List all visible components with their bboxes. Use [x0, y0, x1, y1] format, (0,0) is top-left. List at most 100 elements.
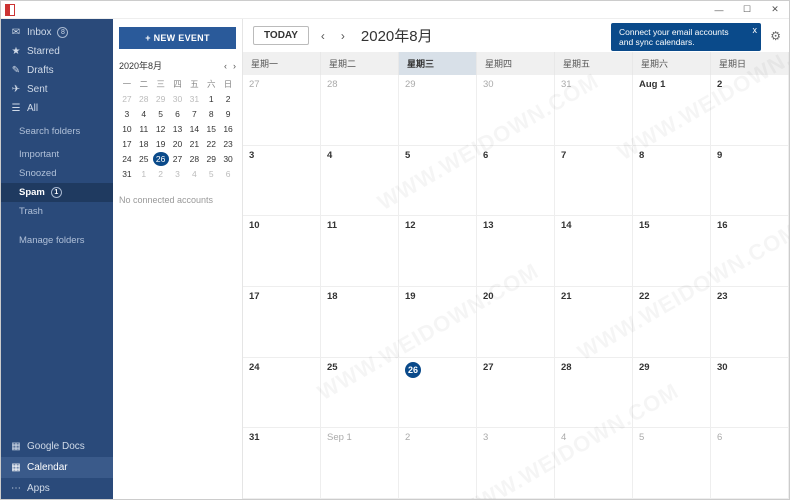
- calendar-cell[interactable]: 29: [399, 75, 477, 146]
- search-folders[interactable]: Search folders: [1, 122, 113, 141]
- calendar-cell[interactable]: 5: [399, 146, 477, 217]
- mini-day[interactable]: 15: [203, 122, 219, 136]
- mini-day[interactable]: 7: [186, 107, 202, 121]
- new-event-button[interactable]: + NEW EVENT: [119, 27, 236, 49]
- folder-spam[interactable]: Spam 1: [1, 183, 113, 202]
- mini-day[interactable]: 19: [153, 137, 169, 151]
- calendar-cell[interactable]: 3: [243, 146, 321, 217]
- sidebar-item-inbox[interactable]: ✉Inbox8: [1, 23, 113, 42]
- nav-google-docs[interactable]: ▦Google Docs: [1, 436, 113, 457]
- calendar-cell[interactable]: 26: [399, 358, 477, 429]
- mini-day[interactable]: 23: [220, 137, 236, 151]
- today-button[interactable]: TODAY: [253, 26, 309, 45]
- mini-day[interactable]: 11: [136, 122, 152, 136]
- mini-day[interactable]: 3: [119, 107, 135, 121]
- mini-day[interactable]: 29: [153, 92, 169, 106]
- calendar-cell[interactable]: 15: [633, 216, 711, 287]
- calendar-cell[interactable]: 31: [555, 75, 633, 146]
- mini-day[interactable]: 17: [119, 137, 135, 151]
- calendar-cell[interactable]: 28: [555, 358, 633, 429]
- mini-day[interactable]: 8: [203, 107, 219, 121]
- mini-day[interactable]: 6: [220, 167, 236, 181]
- calendar-cell[interactable]: 30: [711, 358, 789, 429]
- calendar-cell[interactable]: 22: [633, 287, 711, 358]
- calendar-cell[interactable]: Sep 1: [321, 428, 399, 499]
- mini-day[interactable]: 5: [153, 107, 169, 121]
- mini-day[interactable]: 28: [186, 152, 202, 166]
- mini-day[interactable]: 3: [170, 167, 186, 181]
- mini-day[interactable]: 2: [220, 92, 236, 106]
- sync-banner-close[interactable]: x: [753, 25, 758, 36]
- mini-day[interactable]: 28: [136, 92, 152, 106]
- folder-trash[interactable]: Trash: [1, 202, 113, 221]
- calendar-cell[interactable]: 12: [399, 216, 477, 287]
- calendar-cell[interactable]: 16: [711, 216, 789, 287]
- mini-day[interactable]: 13: [170, 122, 186, 136]
- sidebar-item-sent[interactable]: ✈Sent: [1, 80, 113, 99]
- calendar-cell[interactable]: 27: [477, 358, 555, 429]
- calendar-cell[interactable]: 5: [633, 428, 711, 499]
- sync-banner[interactable]: Connect your email accounts and sync cal…: [611, 23, 761, 51]
- mini-day[interactable]: 25: [136, 152, 152, 166]
- mini-day[interactable]: 31: [119, 167, 135, 181]
- calendar-cell[interactable]: 14: [555, 216, 633, 287]
- calendar-cell[interactable]: 19: [399, 287, 477, 358]
- next-month-button[interactable]: ›: [337, 29, 349, 43]
- calendar-cell[interactable]: 17: [243, 287, 321, 358]
- minimize-button[interactable]: —: [705, 1, 733, 19]
- sidebar-item-drafts[interactable]: ✎Drafts: [1, 61, 113, 80]
- mini-next-month[interactable]: ›: [233, 61, 236, 71]
- sidebar-item-all[interactable]: ☰All: [1, 99, 113, 118]
- calendar-cell[interactable]: 18: [321, 287, 399, 358]
- calendar-cell[interactable]: 6: [477, 146, 555, 217]
- calendar-cell[interactable]: Aug 1: [633, 75, 711, 146]
- mini-day[interactable]: 1: [136, 167, 152, 181]
- calendar-cell[interactable]: 11: [321, 216, 399, 287]
- mini-day[interactable]: 6: [170, 107, 186, 121]
- mini-day[interactable]: 20: [170, 137, 186, 151]
- calendar-cell[interactable]: 10: [243, 216, 321, 287]
- mini-day[interactable]: 4: [136, 107, 152, 121]
- calendar-cell[interactable]: 7: [555, 146, 633, 217]
- calendar-cell[interactable]: 23: [711, 287, 789, 358]
- calendar-cell[interactable]: 28: [321, 75, 399, 146]
- mini-day[interactable]: 22: [203, 137, 219, 151]
- calendar-cell[interactable]: 29: [633, 358, 711, 429]
- mini-day[interactable]: 4: [186, 167, 202, 181]
- nav-calendar[interactable]: ▦Calendar: [1, 457, 113, 478]
- calendar-cell[interactable]: 27: [243, 75, 321, 146]
- mini-day[interactable]: 1: [203, 92, 219, 106]
- maximize-button[interactable]: ☐: [733, 1, 761, 19]
- calendar-cell[interactable]: 21: [555, 287, 633, 358]
- sidebar-item-starred[interactable]: ★Starred: [1, 42, 113, 61]
- calendar-cell[interactable]: 2: [399, 428, 477, 499]
- manage-folders[interactable]: Manage folders: [1, 231, 113, 250]
- calendar-cell[interactable]: 25: [321, 358, 399, 429]
- mini-day[interactable]: 5: [203, 167, 219, 181]
- mini-day[interactable]: 30: [170, 92, 186, 106]
- mini-day[interactable]: 29: [203, 152, 219, 166]
- calendar-cell[interactable]: 4: [321, 146, 399, 217]
- calendar-cell[interactable]: 3: [477, 428, 555, 499]
- calendar-cell[interactable]: 24: [243, 358, 321, 429]
- calendar-cell[interactable]: 2: [711, 75, 789, 146]
- calendar-cell[interactable]: 30: [477, 75, 555, 146]
- gear-icon[interactable]: ⚙: [770, 29, 781, 43]
- calendar-cell[interactable]: 20: [477, 287, 555, 358]
- calendar-cell[interactable]: 9: [711, 146, 789, 217]
- mini-prev-month[interactable]: ‹: [224, 61, 227, 71]
- close-button[interactable]: ✕: [761, 1, 789, 19]
- mini-day[interactable]: 26: [153, 152, 169, 166]
- calendar-cell[interactable]: 8: [633, 146, 711, 217]
- mini-day[interactable]: 21: [186, 137, 202, 151]
- mini-day[interactable]: 10: [119, 122, 135, 136]
- calendar-cell[interactable]: 6: [711, 428, 789, 499]
- mini-day[interactable]: 2: [153, 167, 169, 181]
- mini-day[interactable]: 27: [170, 152, 186, 166]
- calendar-cell[interactable]: 4: [555, 428, 633, 499]
- mini-day[interactable]: 18: [136, 137, 152, 151]
- nav-apps[interactable]: ⋯Apps: [1, 478, 113, 499]
- prev-month-button[interactable]: ‹: [317, 29, 329, 43]
- mini-day[interactable]: 14: [186, 122, 202, 136]
- mini-day[interactable]: 30: [220, 152, 236, 166]
